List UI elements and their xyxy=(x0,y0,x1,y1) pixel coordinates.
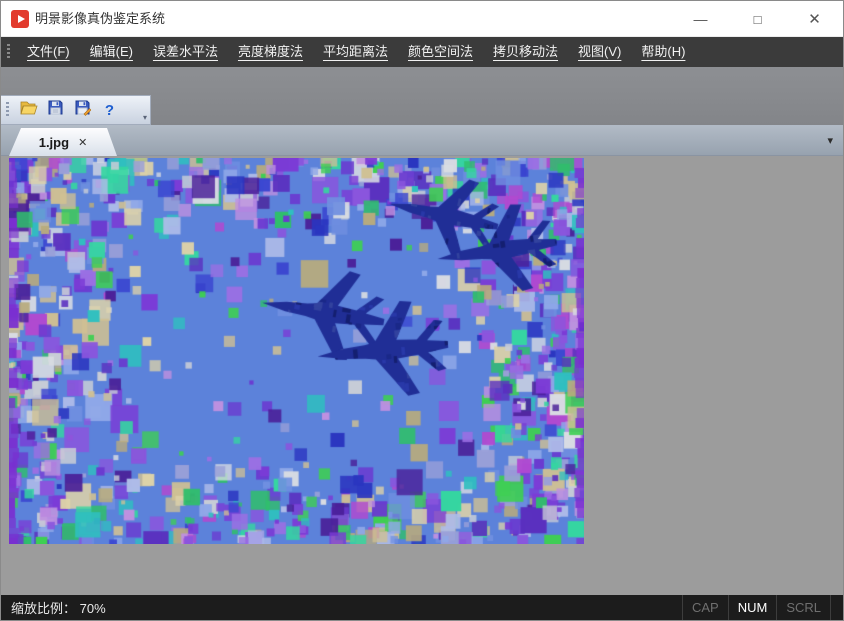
zoom-level-text: 缩放比例： 70% xyxy=(1,598,106,617)
statusbar: 缩放比例： 70% CAP NUM SCRL xyxy=(1,595,843,620)
indicator-num: NUM xyxy=(728,595,777,620)
tab-1jpg[interactable]: 1.jpg ✕ xyxy=(9,128,117,156)
menu-item-error-level[interactable]: 误差水平法 xyxy=(143,37,228,67)
toolbar: ? ▾ xyxy=(1,95,151,125)
status-indicators: CAP NUM SCRL xyxy=(682,595,843,620)
menu-item-view[interactable]: 视图(V) xyxy=(568,37,631,67)
client-area xyxy=(1,156,843,597)
save-as-icon xyxy=(74,99,91,121)
menubar: 文件(F) 编辑(E) 误差水平法 亮度梯度法 平均距离法 颜色空间法 拷贝移动… xyxy=(1,37,843,67)
toolbar-grip-icon xyxy=(6,102,9,118)
open-button[interactable] xyxy=(15,98,42,122)
minimize-button[interactable]: — xyxy=(672,1,729,37)
maximize-button[interactable]: □ xyxy=(729,1,786,37)
menu-item-file[interactable]: 文件(F) xyxy=(17,37,80,67)
indicator-cap: CAP xyxy=(682,595,728,620)
open-folder-icon xyxy=(20,100,38,121)
app-icon xyxy=(11,10,29,28)
menu-item-average-distance[interactable]: 平均距离法 xyxy=(313,37,398,67)
menu-item-help[interactable]: 帮助(H) xyxy=(631,37,695,67)
save-button[interactable] xyxy=(42,98,69,122)
titlebar: 明景影像真伪鉴定系统 — □ ✕ xyxy=(1,1,843,37)
tab-label: 1.jpg xyxy=(39,135,69,150)
save-icon xyxy=(47,99,64,121)
analysis-image xyxy=(9,158,584,544)
help-button[interactable]: ? xyxy=(96,98,123,122)
toolbar-overflow-icon[interactable]: ▾ xyxy=(143,113,147,124)
window-controls: — □ ✕ xyxy=(672,1,843,37)
save-as-button[interactable] xyxy=(69,98,96,122)
tab-list-dropdown-icon[interactable]: ▾ xyxy=(827,125,833,156)
menu-item-color-space[interactable]: 颜色空间法 xyxy=(398,37,483,67)
close-button[interactable]: ✕ xyxy=(786,1,843,37)
menubar-grip-icon xyxy=(7,44,10,60)
tabstrip: 1.jpg ✕ ▾ xyxy=(1,125,843,156)
tab-close-icon[interactable]: ✕ xyxy=(78,136,87,149)
app-window: 明景影像真伪鉴定系统 — □ ✕ 文件(F) 编辑(E) 误差水平法 亮度梯度法… xyxy=(0,0,844,621)
window-title: 明景影像真伪鉴定系统 xyxy=(35,1,165,37)
menu-item-luminance-gradient[interactable]: 亮度梯度法 xyxy=(228,37,313,67)
menu-item-edit[interactable]: 编辑(E) xyxy=(80,37,143,67)
help-icon: ? xyxy=(105,102,114,119)
indicator-scrl: SCRL xyxy=(776,595,831,620)
menu-item-copy-move[interactable]: 拷贝移动法 xyxy=(483,37,568,67)
toolbar-dock: ? ▾ xyxy=(1,67,843,125)
